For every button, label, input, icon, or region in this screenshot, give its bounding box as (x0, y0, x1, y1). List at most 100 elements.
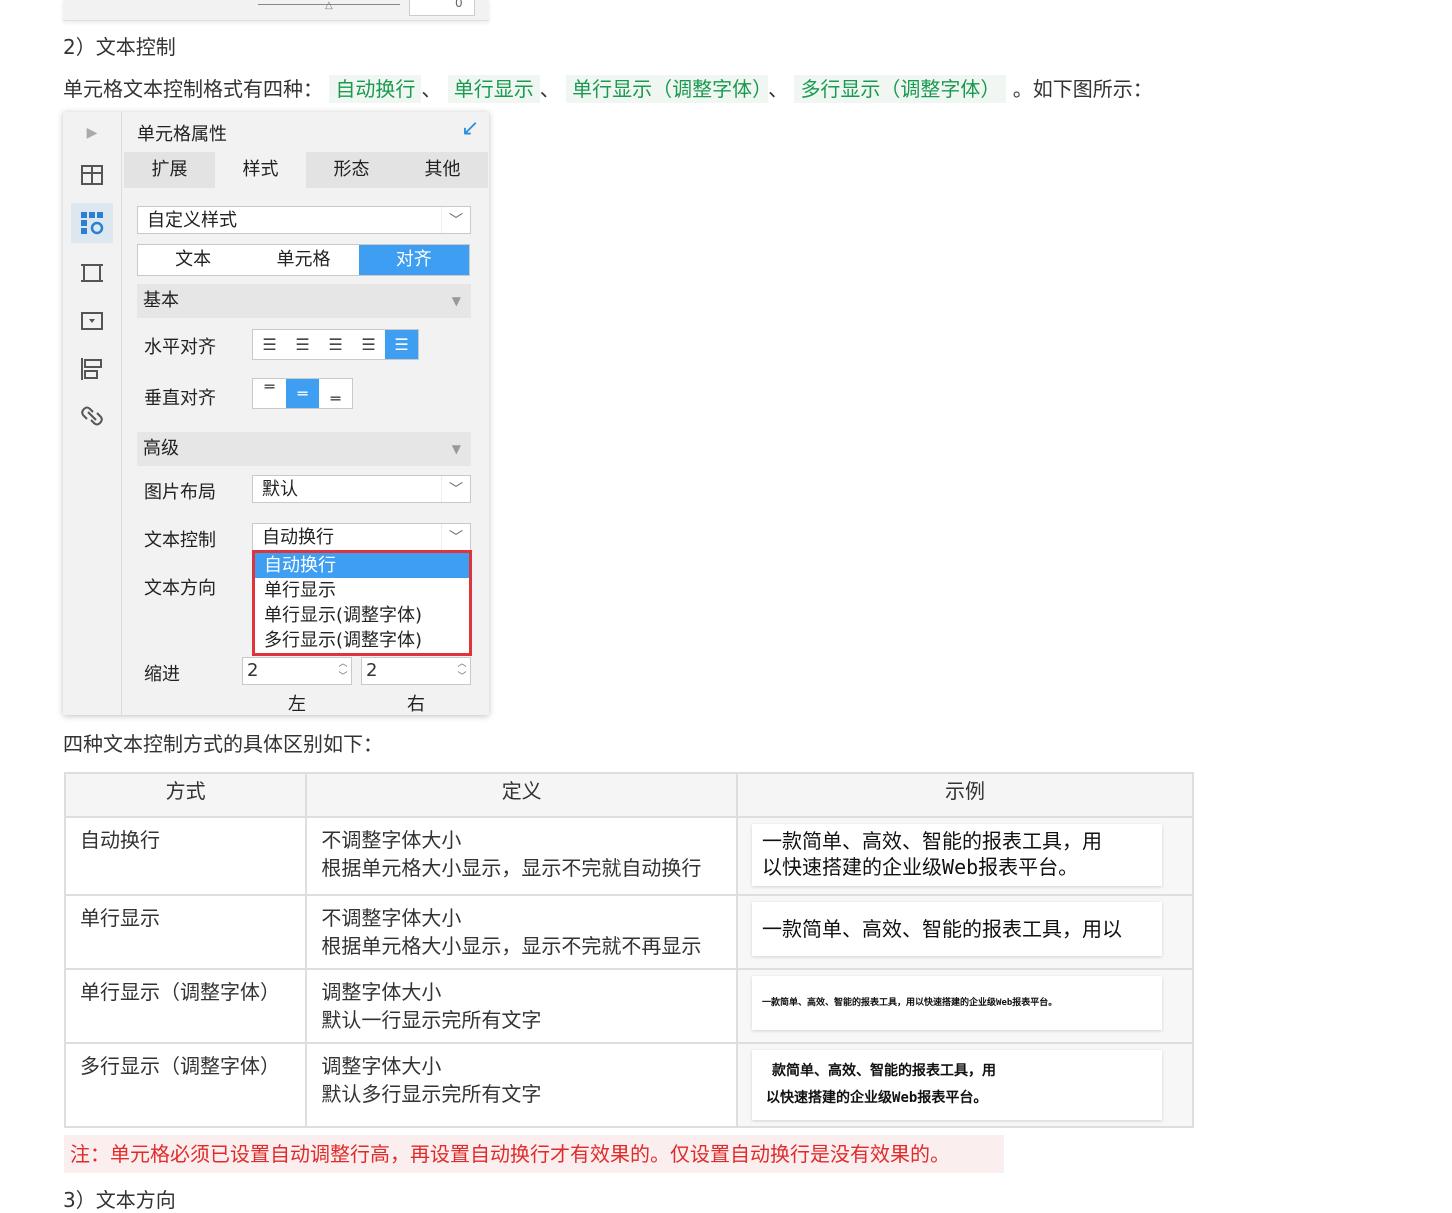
indent-left-input[interactable]: 2 ︿ ﹀ (242, 657, 352, 685)
cell-style-icon[interactable] (71, 203, 113, 243)
example-line: 款简单、高效、智能的报表工具，用 (772, 1063, 997, 1079)
row-definition: 不调整字体大小根据单元格大小显示，显示不完就不再显示 (305, 894, 739, 970)
stepper-arrows-icon[interactable]: ︿ ﹀ (454, 658, 470, 684)
tag-single-line-adjust: 单行显示（调整字体） (566, 75, 769, 103)
separator: 、 (539, 77, 560, 101)
option-multi-line-adjust[interactable]: 多行显示(调整字体) (255, 628, 469, 653)
separator: 、 (768, 77, 789, 101)
tab-expand[interactable]: 扩展 (124, 152, 215, 188)
subtab-text[interactable]: 文本 (138, 245, 248, 275)
definition-line: 根据单元格大小显示，显示不完就自动换行 (321, 856, 702, 880)
table-header-row: 方式 定义 示例 (63, 772, 1194, 818)
link-icon[interactable] (79, 403, 105, 429)
row-mode: 单行显示 (63, 894, 308, 970)
tag-multi-line-adjust: 多行显示（调整字体） (794, 75, 1007, 103)
subtab-cell[interactable]: 单元格 (248, 245, 358, 275)
style-subtabs: 文本 单元格 对齐 (137, 244, 470, 276)
tag-single-line: 单行显示 (447, 75, 540, 103)
stepper-arrows-icon[interactable]: ︿ ﹀ (335, 658, 351, 684)
style-select[interactable]: 自定义样式 ﹀ (137, 206, 471, 234)
chevron-down-icon: ﹀ (441, 524, 470, 550)
option-single-line[interactable]: 单行显示 (255, 578, 469, 603)
image-layout-select[interactable]: 默认 ﹀ (252, 475, 471, 503)
subtab-align[interactable]: 对齐 (358, 245, 469, 275)
intro-prefix: 单元格文本控制格式有四种： (63, 77, 323, 101)
advanced-section-header[interactable]: 高级 ▼ (137, 432, 471, 466)
option-auto-wrap[interactable]: 自动换行 (255, 553, 469, 578)
align-justify-icon[interactable]: ☰ (352, 330, 385, 359)
tab-form[interactable]: 形态 (306, 152, 397, 188)
table-row: 单行显示 不调整字体大小根据单元格大小显示，显示不完就不再显示 一款简单、高效、… (63, 894, 1194, 970)
intro-suffix: 。如下图所示： (1012, 77, 1153, 101)
definition-line: 调整字体大小 (321, 980, 442, 1004)
text-direction-label: 文本方向 (144, 578, 216, 599)
text-control-value: 自动换行 (262, 527, 334, 548)
table-row: 自动换行 不调整字体大小根据单元格大小显示，显示不完就自动换行 一款简单、高效、… (63, 816, 1194, 896)
table-grid-icon[interactable] (79, 162, 105, 188)
align-center-icon[interactable]: ☰ (286, 330, 319, 359)
previous-panel-fragment: △ 0 (63, 0, 489, 21)
align-bottom-icon[interactable]: ═ (319, 379, 352, 408)
indent-left-value: 2 (247, 660, 259, 681)
table-intro: 四种文本控制方式的具体区别如下： (63, 732, 383, 756)
row-mode: 自动换行 (63, 816, 308, 896)
row-definition: 不调整字体大小根据单元格大小显示，显示不完就自动换行 (305, 816, 739, 896)
indent-left-caption: 左 (288, 694, 306, 715)
chevron-down-icon: ﹀ (441, 207, 470, 233)
dock-pin-icon[interactable]: ↙ (461, 116, 479, 141)
tag-auto-wrap: 自动换行 (329, 75, 422, 103)
row-mode: 单行显示（调整字体） (63, 968, 308, 1044)
indent-right-input[interactable]: 2 ︿ ﹀ (361, 657, 471, 685)
definition-line: 不调整字体大小 (321, 906, 462, 930)
definition-line: 默认多行显示完所有文字 (321, 1082, 542, 1106)
spin-input[interactable] (409, 0, 475, 16)
definition-line: 根据单元格大小显示，显示不完就不再显示 (321, 934, 702, 958)
definition-line: 默认一行显示完所有文字 (321, 1008, 542, 1032)
example-line: 一款简单、高效、智能的报表工具，用 (762, 829, 1103, 853)
example-line: 一款简单、高效、智能的报表工具，用以快速搭建的企业级Web报表平台。 (762, 998, 1058, 1008)
advanced-section-label: 高级 (143, 438, 179, 459)
text-control-label: 文本控制 (144, 530, 216, 551)
option-single-line-adjust[interactable]: 单行显示(调整字体) (255, 603, 469, 628)
section-3-title: 3）文本方向 (63, 1188, 176, 1212)
definition-line: 不调整字体大小 (321, 828, 462, 852)
image-layout-value: 默认 (262, 479, 298, 500)
frame-icon[interactable] (79, 260, 105, 286)
align-left-icon[interactable]: ☰ (253, 330, 286, 359)
example-line: 以快速搭建的企业级Web报表平台。 (762, 855, 1079, 879)
basic-section-label: 基本 (143, 290, 179, 311)
align-right-icon[interactable]: ☰ (319, 330, 352, 359)
collapse-triangle-icon: ▼ (451, 442, 461, 456)
example-image: 一款简单、高效、智能的报表工具，用以快速搭建的企业级Web报表平台。 (752, 976, 1163, 1030)
header-example: 示例 (736, 772, 1194, 818)
section-2-title: 2）文本控制 (63, 35, 176, 59)
slider-thumb-icon[interactable]: △ (325, 0, 333, 11)
cell-properties-panel: ▶ 单元格属性 ↙ 扩展 样式 形态 其他 自定义样式 ﹀ 文本 单元格 对齐 … (63, 112, 489, 715)
row-example: 一款简单、高效、智能的报表工具，用 以快速搭建的企业级Web报表平台。 (736, 816, 1194, 896)
text-control-dropdown: 自动换行 单行显示 单行显示(调整字体) 多行显示(调整字体) (252, 550, 472, 656)
row-example: 一款简单、高效、智能的报表工具，用以 (736, 894, 1194, 970)
example-image: 款简单、高效、智能的报表工具，用 以快速搭建的企业级Web报表平台。 (752, 1050, 1163, 1120)
example-line: 以快速搭建的企业级Web报表平台。 (766, 1090, 988, 1106)
table-row: 多行显示（调整字体） 调整字体大小 默认多行显示完所有文字 款简单、高效、智能的报… (63, 1042, 1194, 1128)
header-mode: 方式 (63, 772, 308, 818)
tab-style[interactable]: 样式 (215, 152, 306, 188)
expand-arrow-icon[interactable]: ▶ (79, 120, 105, 146)
row-example: 款简单、高效、智能的报表工具，用 以快速搭建的企业级Web报表平台。 (736, 1042, 1194, 1128)
align-top-icon[interactable]: ═ (253, 379, 286, 408)
row-definition: 调整字体大小默认多行显示完所有文字 (305, 1042, 739, 1128)
intro-paragraph: 单元格文本控制格式有四种： 自动换行、 单行显示、 单行显示（调整字体）、 多行… (63, 73, 1153, 103)
text-control-select[interactable]: 自动换行 ﹀ (252, 523, 471, 551)
align-middle-icon[interactable]: ═ (286, 379, 319, 408)
header-definition: 定义 (305, 772, 739, 818)
widget-icon[interactable] (79, 308, 105, 334)
v-align-buttons: ═ ═ ═ (252, 378, 353, 409)
definition-line: 调整字体大小 (321, 1054, 442, 1078)
tab-other[interactable]: 其他 (397, 152, 488, 188)
layout-icon[interactable] (79, 356, 105, 382)
image-layout-label: 图片布局 (144, 482, 216, 503)
align-distributed-icon[interactable]: ☰ (385, 330, 418, 359)
basic-section-header[interactable]: 基本 ▼ (137, 284, 471, 318)
indent-right-caption: 右 (407, 694, 425, 715)
panel-title: 单元格属性 (137, 124, 227, 145)
